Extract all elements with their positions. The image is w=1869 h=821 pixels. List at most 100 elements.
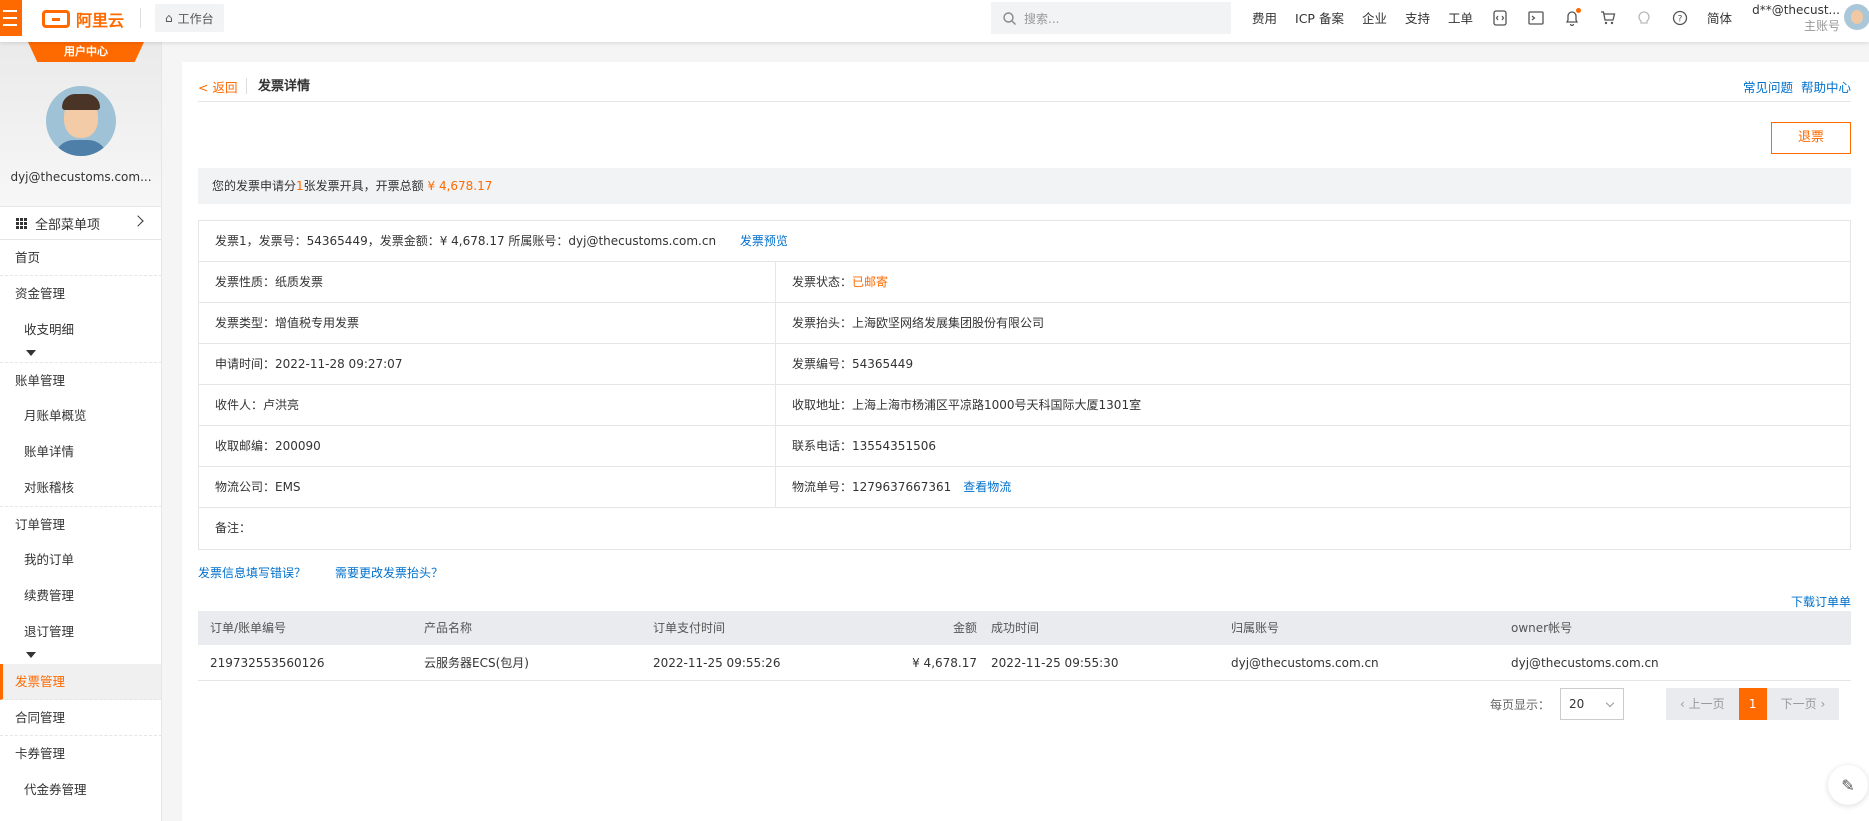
faq-link[interactable]: 常见问题: [1743, 77, 1793, 96]
invoice-detail-table: 发票1，发票号：54365449，发票金额：¥ 4,678.17 所属账号：dy…: [198, 220, 1851, 550]
svg-text:?: ?: [1678, 14, 1683, 24]
cell-order-id: 219732553560126: [210, 656, 325, 670]
sidebar-item-orders[interactable]: 订单管理: [0, 506, 161, 542]
page-title: 发票详情: [258, 79, 311, 94]
postcode: 收取邮编：200090: [199, 426, 776, 466]
sidebar-item-bill-detail[interactable]: 账单详情: [0, 434, 161, 470]
user-info[interactable]: d**@thecust... 主账号: [1748, 2, 1840, 34]
workbench-button[interactable]: ⌂ 工作台: [155, 4, 224, 32]
detail-row: 发票类型：增值税专用发票 发票抬头：上海欧坚网络发展集团股份有限公司: [199, 303, 1850, 344]
language-switch[interactable]: 简体: [1707, 8, 1732, 27]
sidebar-item-coupons[interactable]: 卡券管理: [0, 736, 161, 772]
col-success-time: 成功时间: [991, 621, 1040, 635]
invoice-line-text: 发票1，发票号：54365449，发票金额：¥ 4,678.17 所属账号：dy…: [215, 234, 717, 248]
aliyun-logo[interactable]: 阿里云: [42, 7, 124, 31]
remark: 备注：: [215, 521, 252, 535]
cell-amount: ¥ 4,678.17: [912, 656, 977, 670]
prev-page-button[interactable]: ‹ 上一页: [1666, 688, 1739, 720]
tracking: 物流单号：1279637667361 查看物流: [776, 467, 1011, 507]
status-badge: 已邮寄: [852, 275, 889, 289]
edit-icon[interactable]: ✎: [1828, 765, 1868, 805]
notification-dot: [1576, 7, 1581, 13]
apply-time: 申请时间：2022-11-28 09:27:07: [199, 344, 776, 384]
cell-owner: dyj@thecustoms.com.cn: [1511, 656, 1659, 670]
nav-ticket[interactable]: 工单: [1448, 8, 1473, 27]
next-page-button[interactable]: 下一页 ›: [1766, 688, 1840, 720]
nav-support[interactable]: 支持: [1405, 8, 1430, 27]
main-content: < 返回 发票详情 常见问题 帮助中心 退票 您的发票申请分1张发票开具，开票总…: [182, 62, 1869, 821]
logo-text: 阿里云: [76, 11, 125, 30]
sidebar-nav: 首页 资金管理 收支明细 账单管理 月账单概览 账单详情 对账稽核 订单管理 我…: [0, 240, 161, 808]
sidebar-item-invoice[interactable]: 发票管理: [0, 664, 161, 700]
nav-icp[interactable]: ICP 备案: [1295, 8, 1344, 27]
help-icon[interactable]: ?: [1671, 9, 1689, 27]
invoice-preview-link[interactable]: 发票预览: [740, 234, 788, 248]
col-pay-time: 订单支付时间: [653, 621, 726, 635]
pagination: 每页显示： 20 ‹ 上一页 1 下一页 ›: [1490, 688, 1840, 720]
top-navbar: 阿里云 ⌂ 工作台 搜索... 费用 ICP 备案 企业 支持 工单 ? 简体 …: [0, 0, 1869, 42]
sidebar-item-vouchers[interactable]: 代金券管理: [0, 772, 161, 808]
avatar[interactable]: [1844, 4, 1869, 30]
summary-total: ¥ 4,678.17: [427, 179, 493, 193]
cell-product: 云服务器ECS(包月): [424, 656, 529, 670]
cell-pay-time: 2022-11-25 09:55:26: [653, 656, 781, 670]
detail-row: 收取邮编：200090 联系电话：13554351506: [199, 426, 1850, 467]
code-icon[interactable]: [1491, 9, 1509, 27]
summary-mid: 张发票开具，开票总额: [303, 179, 424, 193]
nav-enterprise[interactable]: 企业: [1362, 8, 1387, 27]
phone: 联系电话：13554351506: [792, 439, 936, 453]
page-header: < 返回 发票详情 常见问题 帮助中心: [198, 72, 1851, 102]
chevron-right-icon: [132, 215, 144, 227]
sidebar-item-contract[interactable]: 合同管理: [0, 700, 161, 736]
sidebar-item-bills[interactable]: 账单管理: [0, 362, 161, 398]
detail-row: 申请时间：2022-11-28 09:27:07 发票编号：54365449: [199, 344, 1850, 385]
cell-account: dyj@thecustoms.com.cn: [1231, 656, 1379, 670]
caret-down-icon[interactable]: [0, 348, 161, 362]
caret-down-icon[interactable]: [0, 650, 161, 664]
sidebar-item-home[interactable]: 首页: [0, 240, 161, 276]
table-row[interactable]: 219732553560126 云服务器ECS(包月) 2022-11-25 0…: [198, 645, 1851, 681]
help-question-links: 发票信息填写错误？ 需要更改发票抬头？: [198, 564, 443, 581]
invoice-header-title: 发票抬头：上海欧坚网络发展集团股份有限公司: [792, 316, 1045, 330]
sidebar-item-funds[interactable]: 资金管理: [0, 276, 161, 312]
bell-icon[interactable]: [1563, 7, 1581, 27]
lightbulb-icon[interactable]: [1635, 9, 1653, 27]
invoice-summary: 您的发票申请分1张发票开具，开票总额 ¥ 4,678.17: [198, 168, 1851, 204]
sidebar-item-monthly[interactable]: 月账单概览: [0, 398, 161, 434]
refund-button[interactable]: 退票: [1771, 122, 1851, 154]
profile-avatar[interactable]: [46, 86, 116, 156]
col-order-id: 订单/账单编号: [210, 621, 287, 635]
terminal-icon[interactable]: [1527, 9, 1545, 27]
help-center-link[interactable]: 帮助中心: [1801, 77, 1851, 96]
info-error-link[interactable]: 发票信息填写错误？: [198, 564, 306, 581]
search-input[interactable]: 搜索...: [991, 2, 1231, 34]
sidebar-item-renew[interactable]: 续费管理: [0, 578, 161, 614]
tracking-number: 物流单号：1279637667361: [792, 480, 952, 494]
page-size-select[interactable]: 20: [1560, 688, 1625, 720]
all-menu-button[interactable]: 全部菜单项: [0, 206, 161, 240]
nav-fees[interactable]: 费用: [1252, 8, 1277, 27]
download-orders-link[interactable]: 下载订单单: [1791, 593, 1851, 610]
sidebar-item-reconcile[interactable]: 对账稽核: [0, 470, 161, 506]
invoice-line: 发票1，发票号：54365449，发票金额：¥ 4,678.17 所属账号：dy…: [199, 221, 1850, 261]
page-1-button[interactable]: 1: [1738, 688, 1767, 720]
sidebar-item-my-orders[interactable]: 我的订单: [0, 542, 161, 578]
search-placeholder: 搜索...: [1024, 11, 1060, 26]
change-header-link[interactable]: 需要更改发票抬头？: [335, 564, 443, 581]
top-links: 费用 ICP 备案 企业 支持 工单 ? 简体: [1252, 7, 1750, 27]
col-account: 归属账号: [1231, 621, 1280, 635]
sidebar-item-unsubscribe[interactable]: 退订管理: [0, 614, 161, 650]
orders-table: 订单/账单编号 产品名称 订单支付时间 金额 成功时间 归属账号 owner帐号…: [198, 611, 1851, 681]
view-logistics-link[interactable]: 查看物流: [963, 480, 1011, 494]
menu-icon[interactable]: [0, 0, 22, 36]
cart-icon[interactable]: [1599, 9, 1617, 27]
detail-row: 发票1，发票号：54365449，发票金额：¥ 4,678.17 所属账号：dy…: [199, 221, 1850, 262]
sidebar-item-income[interactable]: 收支明细: [0, 312, 161, 348]
search-icon: [1003, 11, 1016, 25]
user-role: 主账号: [1803, 19, 1840, 33]
back-link[interactable]: < 返回: [198, 77, 237, 96]
sidebar: 用户中心 dyj@thecustoms.com... 全部菜单项 首页 资金管理…: [0, 42, 162, 821]
sidebar-profile: 用户中心 dyj@thecustoms.com...: [0, 42, 161, 206]
status-label: 发票状态：: [792, 275, 853, 289]
summary-prefix: 您的发票申请分: [212, 179, 297, 193]
